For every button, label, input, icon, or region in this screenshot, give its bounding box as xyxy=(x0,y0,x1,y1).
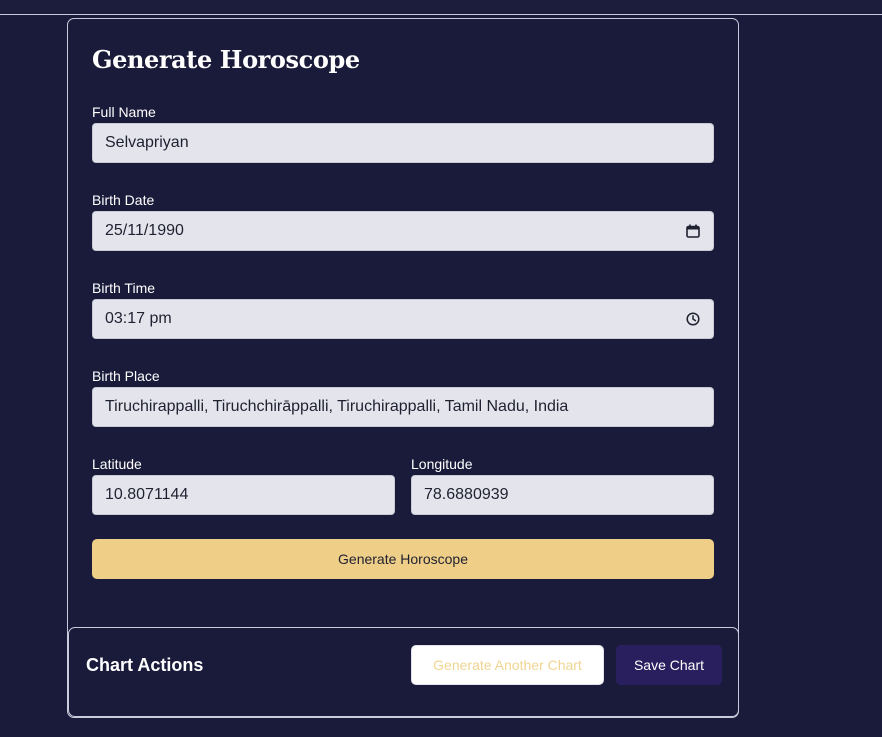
generate-another-chart-button[interactable]: Generate Another Chart xyxy=(411,645,604,685)
birth-time-value: 03:17 pm xyxy=(105,310,172,327)
birth-date-input[interactable]: 25/11/1990 xyxy=(92,211,714,251)
birth-date-value: 25/11/1990 xyxy=(105,222,184,239)
birth-place-input[interactable]: Tiruchirappalli, Tiruchchirāppalli, Tiru… xyxy=(92,387,714,427)
longitude-input[interactable]: 78.6880939 xyxy=(411,475,714,515)
latitude-value: 10.8071144 xyxy=(105,486,189,503)
birth-time-input[interactable]: 03:17 pm xyxy=(92,299,714,339)
full-name-label: Full Name xyxy=(92,104,156,120)
calendar-icon[interactable] xyxy=(685,223,701,239)
birth-place-value: Tiruchirappalli, Tiruchchirāppalli, Tiru… xyxy=(105,398,569,415)
save-chart-button[interactable]: Save Chart xyxy=(616,645,722,685)
birth-date-label: Birth Date xyxy=(92,192,155,208)
generate-horoscope-button[interactable]: Generate Horoscope xyxy=(92,539,714,579)
birth-time-label: Birth Time xyxy=(92,280,156,296)
full-name-input[interactable]: Selvapriyan xyxy=(92,123,714,163)
latitude-label: Latitude xyxy=(92,456,142,472)
full-name-value: Selvapriyan xyxy=(105,134,189,151)
longitude-label: Longitude xyxy=(411,456,473,472)
longitude-value: 78.6880939 xyxy=(424,486,509,503)
top-bar xyxy=(0,0,882,15)
horoscope-form-card: Generate Horoscope Full Name Selvapriyan… xyxy=(67,18,739,718)
form-title: Generate Horoscope xyxy=(92,45,360,74)
latitude-input[interactable]: 10.8071144 xyxy=(92,475,395,515)
chart-actions-title: Chart Actions xyxy=(86,655,204,675)
clock-icon[interactable] xyxy=(685,311,701,327)
birth-place-label: Birth Place xyxy=(92,368,160,384)
chart-actions-panel: Chart Actions Generate Another Chart Sav… xyxy=(68,627,739,717)
